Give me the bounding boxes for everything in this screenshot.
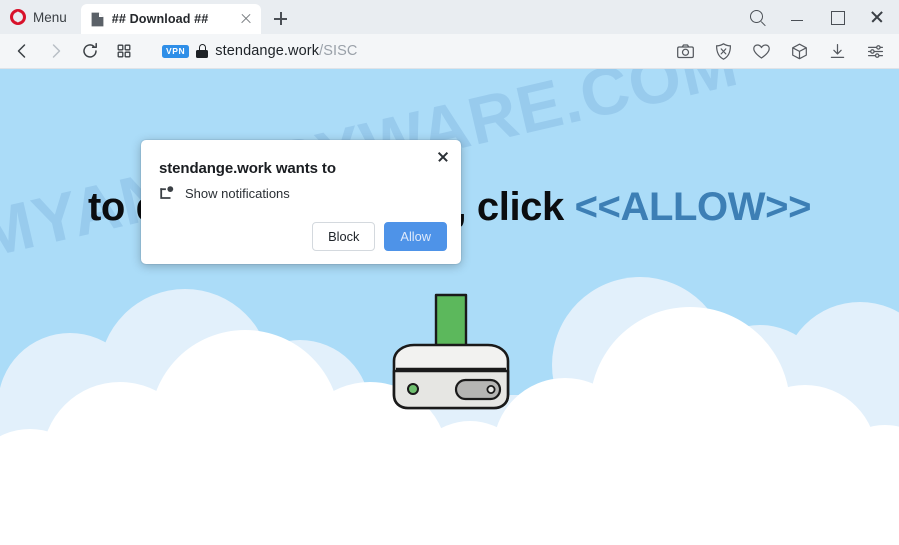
downloads-icon[interactable] <box>821 35 853 67</box>
grid-squares-icon[interactable] <box>108 35 140 67</box>
tab-title: ## Download ## <box>111 12 209 26</box>
reload-icon[interactable] <box>74 35 106 67</box>
allow-button[interactable]: Allow <box>384 221 447 251</box>
url-path: /SISC <box>319 43 358 59</box>
block-button[interactable]: Block <box>312 221 376 251</box>
opera-logo-icon <box>10 9 26 25</box>
dialog-actions: Block Allow <box>312 221 447 251</box>
permission-request-row: Show notifications <box>159 185 290 201</box>
tab-strip: Menu ## Download ## <box>0 0 899 34</box>
nav-left-controls <box>0 35 140 67</box>
heart-icon[interactable] <box>745 35 777 67</box>
notification-icon <box>159 185 175 201</box>
navigation-toolbar: VPN stendange.work/SISC <box>0 34 899 69</box>
cube-icon[interactable] <box>783 35 815 67</box>
dialog-close-icon[interactable] <box>433 147 453 167</box>
dialog-title: stendange.work wants to <box>159 160 336 177</box>
lock-icon[interactable] <box>196 44 209 58</box>
window-controls <box>737 0 899 34</box>
url-text: stendange.work/SISC <box>215 43 357 59</box>
close-icon[interactable] <box>857 0 897 34</box>
minimize-icon[interactable] <box>777 0 817 34</box>
nav-right-controls <box>669 35 899 67</box>
address-bar[interactable]: VPN stendange.work/SISC <box>162 43 669 59</box>
new-tab-button[interactable] <box>265 4 295 34</box>
tab-close-icon[interactable] <box>237 10 255 28</box>
maximize-icon[interactable] <box>817 0 857 34</box>
tab-download[interactable]: ## Download ## <box>80 4 261 34</box>
page-content: MYANTISPYWARE.COM <box>0 69 899 545</box>
hard-drive-download-icon <box>372 293 530 418</box>
ad-blocker-shield-icon[interactable] <box>707 35 739 67</box>
snapshot-camera-icon[interactable] <box>669 35 701 67</box>
browser-window: Menu ## Download ## VPN stendange.work/S… <box>0 0 899 545</box>
vpn-badge[interactable]: VPN <box>162 44 190 58</box>
easy-setup-sliders-icon[interactable] <box>859 35 891 67</box>
chevron-left-icon[interactable] <box>6 35 38 67</box>
menu-label: Menu <box>33 9 67 25</box>
search-icon[interactable] <box>737 0 777 34</box>
chevron-right-icon[interactable] <box>40 35 72 67</box>
headline-allow-word: <<ALLOW>> <box>574 185 812 229</box>
notification-permission-dialog: stendange.work wants to Show notificatio… <box>141 140 461 264</box>
permission-request-label: Show notifications <box>185 185 290 201</box>
url-host: stendange.work <box>215 43 320 59</box>
page-favicon-icon <box>91 12 104 27</box>
opera-menu-button[interactable]: Menu <box>0 0 77 34</box>
